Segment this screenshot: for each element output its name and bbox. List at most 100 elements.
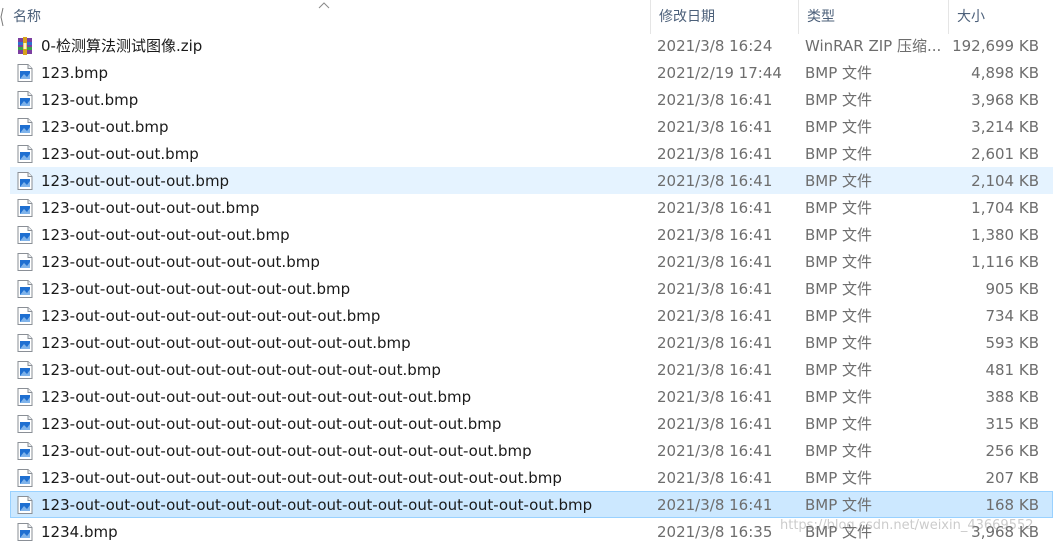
file-size: 1,704 KB [971,199,1039,217]
file-name: 123-out-out-out-out-out-out-out-out-out-… [41,388,472,406]
file-modified-date: 2021/2/19 17:44 [657,64,782,82]
file-row[interactable]: 123-out-out-out-out-out-out-out-out-out-… [10,410,1053,437]
file-row[interactable]: 123-out-out-out-out-out.bmp 2021/3/8 16:4… [10,194,1053,221]
bmp-file-icon [17,496,33,514]
file-modified-date: 2021/3/8 16:41 [657,388,773,406]
bmp-file-icon [17,442,33,460]
file-size: 481 KB [985,361,1039,379]
scroll-left-indicator [0,7,4,27]
bmp-file-icon [17,469,33,487]
file-name: 123-out-out-out-out-out-out-out.bmp [41,253,320,271]
file-row[interactable]: 123-out-out-out-out-out-out-out-out-out-… [10,329,1053,356]
file-modified-date: 2021/3/8 16:41 [657,91,773,109]
file-modified-date: 2021/3/8 16:41 [657,334,773,352]
file-name: 0-检测算法测试图像.zip [41,37,203,55]
file-modified-date: 2021/3/8 16:41 [657,118,773,136]
file-modified-date: 2021/3/8 16:41 [657,199,773,217]
file-type: BMP 文件 [805,388,873,406]
file-type: BMP 文件 [805,334,873,352]
bmp-file-icon [17,199,33,217]
file-size: 734 KB [985,307,1039,325]
file-row[interactable]: 0-检测算法测试图像.zip 2021/3/8 16:24 WinRAR ZIP 压… [10,32,1053,59]
file-type: BMP 文件 [805,145,873,163]
file-row[interactable]: 123-out-out-out-out-out-out-out-out-out-… [10,437,1053,464]
file-type: BMP 文件 [805,64,873,82]
watermark-text: https://blog.csdn.net/weixin_43669552 [780,518,1034,533]
file-modified-date: 2021/3/8 16:24 [657,37,773,55]
file-size: 593 KB [985,334,1039,352]
file-name: 123-out-out-out-out-out-out-out-out-out.… [41,307,381,325]
bmp-file-icon [17,361,33,379]
column-header-bar: 名称 修改日期 类型 大小 [0,0,1057,34]
file-name: 123-out-out-out.bmp [41,145,199,163]
file-type: BMP 文件 [805,469,873,487]
file-type: WinRAR ZIP 压缩... [805,37,942,55]
file-type: BMP 文件 [805,118,873,136]
bmp-file-icon [17,307,33,325]
bmp-file-icon [17,118,33,136]
column-header-type[interactable]: 类型 [798,0,948,34]
column-header-date[interactable]: 修改日期 [650,0,798,34]
file-type: BMP 文件 [805,496,873,514]
file-type: BMP 文件 [805,442,873,460]
file-name: 123.bmp [41,64,109,82]
bmp-file-icon [17,280,33,298]
file-size: 905 KB [985,280,1039,298]
file-size: 4,898 KB [971,64,1039,82]
file-name: 123-out.bmp [41,91,139,109]
file-row[interactable]: 123.bmp 2021/2/19 17:44 BMP 文件 4,898 KB [10,59,1053,86]
file-type: BMP 文件 [805,253,873,271]
file-row[interactable]: 123-out-out-out.bmp 2021/3/8 16:41 BMP 文件 2… [10,140,1053,167]
file-type: BMP 文件 [805,280,873,298]
bmp-file-icon [17,415,33,433]
sort-ascending-icon [318,2,330,9]
file-row[interactable]: 123-out-out-out-out-out-out-out-out.bmp 2… [10,275,1053,302]
file-size: 2,104 KB [971,172,1039,190]
file-row[interactable]: 123-out-out.bmp 2021/3/8 16:41 BMP 文件 3,214… [10,113,1053,140]
file-modified-date: 2021/3/8 16:41 [657,145,773,163]
file-row[interactable]: 123-out-out-out-out-out-out-out-out-out-… [10,491,1053,518]
file-modified-date: 2021/3/8 16:41 [657,280,773,298]
bmp-file-icon [17,64,33,82]
file-name: 123-out-out-out-out-out-out-out-out-out-… [41,442,532,460]
file-size: 3,968 KB [971,91,1039,109]
bmp-file-icon [17,172,33,190]
file-name: 123-out-out-out-out-out-out-out-out-out-… [41,415,502,433]
file-size: 256 KB [985,442,1039,460]
file-name: 123-out-out-out-out-out-out-out-out-out-… [41,469,562,487]
file-type: BMP 文件 [805,307,873,325]
winrar-archive-icon [17,37,33,55]
file-modified-date: 2021/3/8 16:41 [657,442,773,460]
file-row[interactable]: 123-out-out-out-out-out-out-out-out-out-… [10,383,1053,410]
file-modified-date: 2021/3/8 16:41 [657,496,773,514]
file-row[interactable]: 123-out-out-out-out-out-out-out-out-out-… [10,464,1053,491]
file-row[interactable]: 123-out.bmp 2021/3/8 16:41 BMP 文件 3,968 KB [10,86,1053,113]
file-name: 123-out-out-out-out-out-out-out-out-out-… [41,496,593,514]
file-name: 123-out-out-out-out-out-out-out-out-out-… [41,361,441,379]
file-name: 123-out-out-out-out-out-out.bmp [41,226,290,244]
bmp-file-icon [17,523,33,541]
file-name: 123-out-out.bmp [41,118,169,136]
bmp-file-icon [17,226,33,244]
bmp-file-icon [17,145,33,163]
file-row[interactable]: 123-out-out-out-out-out-out-out-out-out.… [10,302,1053,329]
file-row[interactable]: 123-out-out-out-out.bmp 2021/3/8 16:41 BMP… [10,167,1053,194]
file-row[interactable]: 123-out-out-out-out-out-out-out.bmp 2021/… [10,248,1053,275]
file-size: 192,699 KB [952,37,1039,55]
file-name: 123-out-out-out-out-out-out-out-out.bmp [41,280,351,298]
file-name: 1234.bmp [41,523,118,541]
file-modified-date: 2021/3/8 16:41 [657,226,773,244]
file-type: BMP 文件 [805,226,873,244]
file-modified-date: 2021/3/8 16:41 [657,172,773,190]
file-type: BMP 文件 [805,172,873,190]
bmp-file-icon [17,253,33,271]
file-modified-date: 2021/3/8 16:35 [657,523,773,541]
file-row[interactable]: 123-out-out-out-out-out-out-out-out-out-… [10,356,1053,383]
column-header-size[interactable]: 大小 [948,0,1057,34]
file-list: 0-检测算法测试图像.zip 2021/3/8 16:24 WinRAR ZIP 压… [0,32,1057,545]
file-modified-date: 2021/3/8 16:41 [657,361,773,379]
file-row[interactable]: 123-out-out-out-out-out-out.bmp 2021/3/8 … [10,221,1053,248]
file-size: 2,601 KB [971,145,1039,163]
file-name: 123-out-out-out-out-out-out-out-out-out-… [41,334,411,352]
file-name: 123-out-out-out-out.bmp [41,172,230,190]
